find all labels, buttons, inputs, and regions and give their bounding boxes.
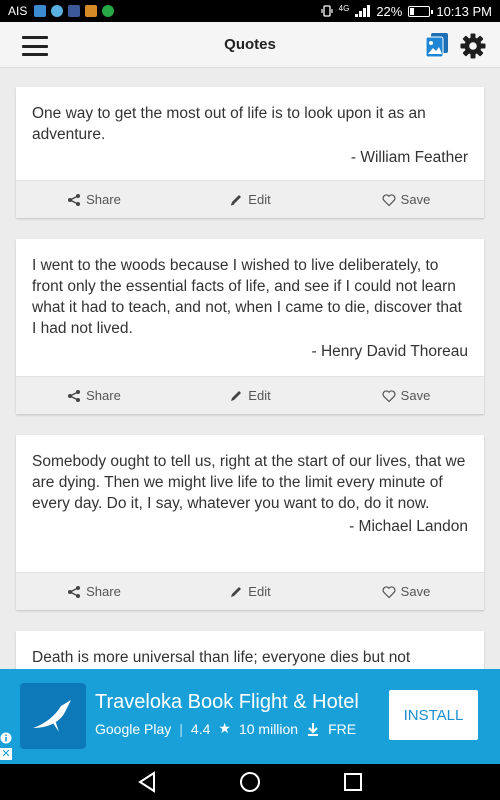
quote-card: Somebody ought to tell us, right at the …	[16, 435, 484, 610]
chat-icon	[51, 5, 64, 17]
gear-icon	[460, 33, 486, 59]
save-button[interactable]: Save	[328, 584, 484, 599]
battery-percent: 22%	[376, 3, 403, 19]
vibrate-icon	[321, 5, 333, 17]
quote-card: I went to the woods because I wished to …	[16, 239, 484, 414]
battery-icon	[408, 5, 434, 17]
quote-text: I went to the woods because I wished to …	[32, 257, 462, 337]
pencil-icon	[231, 586, 242, 597]
app-bar: Quotes	[0, 22, 500, 68]
ad-info-icon[interactable]	[0, 732, 12, 744]
share-icon	[68, 585, 81, 598]
quote-author: - Michael Landon	[349, 518, 468, 535]
quote-card: Death is more universal than life; every…	[16, 631, 484, 669]
edit-button[interactable]: Edit	[172, 584, 328, 599]
save-label: Save	[400, 584, 431, 599]
save-label: Save	[400, 388, 431, 403]
back-icon	[138, 771, 155, 793]
ad-separator: |	[179, 720, 183, 737]
traveloka-logo	[20, 683, 86, 749]
quote-text: Death is more universal than life; every…	[32, 649, 411, 666]
bird-icon	[33, 700, 71, 732]
quote-list[interactable]: One way to get the most out of life is t…	[0, 69, 500, 669]
recents-button[interactable]	[339, 770, 367, 794]
ad-downloads: 10 million	[238, 720, 299, 737]
share-label: Share	[86, 584, 121, 599]
gallery-icon	[425, 33, 448, 58]
ad-meta: Google Play | 4.4 ★ 10 million FRE	[95, 720, 356, 737]
mail-icon	[85, 5, 98, 17]
system-nav-bar	[0, 764, 500, 800]
save-button[interactable]: Save	[328, 388, 484, 403]
ad-close-icon[interactable]: ✕	[0, 748, 12, 760]
save-button[interactable]: Save	[328, 192, 484, 207]
card-actions: Share Edit Save	[16, 180, 484, 218]
edit-button[interactable]: Edit	[172, 192, 328, 207]
star-icon: ★	[218, 720, 231, 736]
heart-icon	[382, 389, 396, 402]
clock: 10:13 PM	[436, 3, 492, 19]
quote-card: One way to get the most out of life is t…	[16, 87, 484, 218]
line-icon	[102, 5, 115, 17]
quote-author: - William Feather	[350, 149, 468, 166]
menu-icon	[22, 36, 48, 39]
edit-label: Edit	[248, 192, 271, 207]
ad-rating: 4.4	[190, 720, 211, 737]
download-icon	[308, 722, 319, 736]
card-actions: Share Edit Save	[16, 572, 484, 610]
messages-icon	[34, 5, 47, 17]
share-icon	[68, 389, 81, 402]
pencil-icon	[231, 390, 242, 401]
carrier-label: AIS	[8, 4, 28, 18]
share-button[interactable]: Share	[16, 584, 172, 599]
share-button[interactable]: Share	[16, 388, 172, 403]
install-button[interactable]: INSTALL	[389, 690, 478, 740]
gallery-button[interactable]	[425, 32, 449, 58]
share-button[interactable]: Share	[16, 192, 172, 207]
status-left: AIS	[8, 4, 115, 18]
quote-text: One way to get the most out of life is t…	[32, 105, 426, 143]
edit-label: Edit	[248, 388, 271, 403]
network-type: 4G	[338, 3, 350, 13]
edit-label: Edit	[248, 584, 271, 599]
share-icon	[68, 193, 81, 206]
pencil-icon	[231, 194, 242, 205]
status-right: 4G 22% 10:13 PM	[321, 4, 492, 19]
facebook-icon	[68, 5, 81, 17]
settings-button[interactable]	[459, 32, 487, 60]
google-play-label: Google Play	[95, 720, 172, 737]
recents-icon	[344, 773, 362, 791]
home-icon	[240, 772, 260, 792]
quote-text: Somebody ought to tell us, right at the …	[32, 453, 466, 512]
ad-price: FRE	[328, 720, 357, 737]
back-button[interactable]	[134, 770, 162, 794]
card-actions: Share Edit Save	[16, 376, 484, 414]
signal-icon	[355, 5, 371, 17]
home-button[interactable]	[236, 770, 264, 794]
share-label: Share	[86, 192, 121, 207]
menu-button[interactable]	[22, 36, 48, 56]
quote-author: - Henry David Thoreau	[311, 343, 468, 360]
status-bar: AIS 4G 22% 10:13 PM	[0, 0, 500, 22]
edit-button[interactable]: Edit	[172, 388, 328, 403]
heart-icon	[382, 585, 396, 598]
heart-icon	[382, 193, 396, 206]
save-label: Save	[400, 192, 431, 207]
ad-title: Traveloka Book Flight & Hotel	[95, 691, 359, 713]
share-label: Share	[86, 388, 121, 403]
ad-banner[interactable]: Traveloka Book Flight & Hotel Google Pla…	[0, 669, 500, 764]
